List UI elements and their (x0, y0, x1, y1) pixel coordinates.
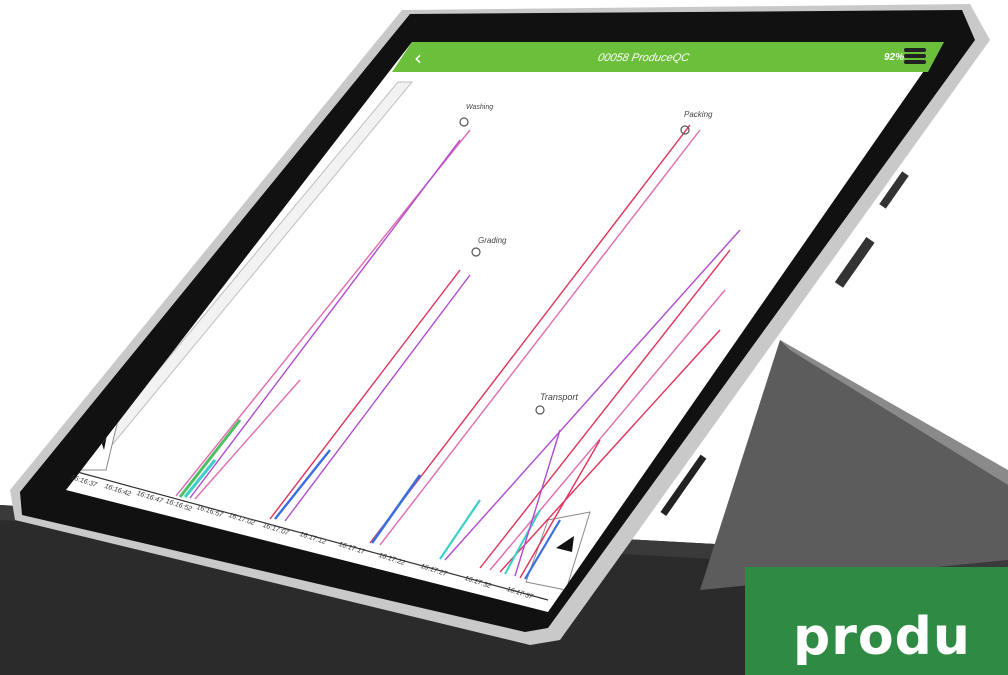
app-header-bar (392, 42, 944, 72)
chevron-left-icon: ‹ (414, 46, 422, 70)
back-button[interactable]: ‹ (412, 46, 432, 70)
brand-wordmark: produ (793, 607, 971, 667)
